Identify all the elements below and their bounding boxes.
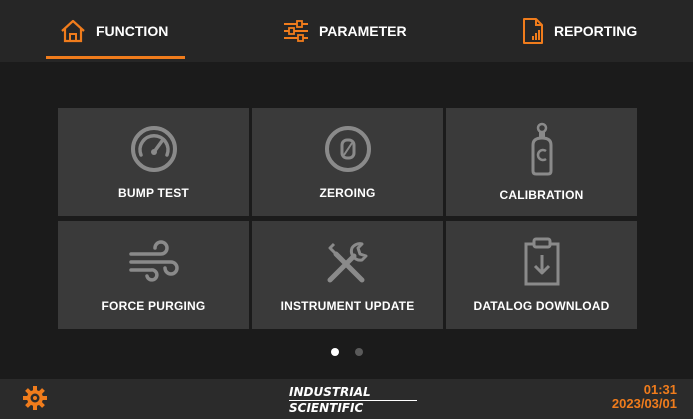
- tab-function[interactable]: FUNCTION: [60, 0, 168, 62]
- tile-force-purging-label: FORCE PURGING: [101, 299, 206, 313]
- gear-icon[interactable]: [23, 386, 47, 415]
- brand-line2: SCIENTIFIC: [289, 401, 364, 415]
- tab-parameter[interactable]: PARAMETER: [283, 0, 407, 62]
- tile-datalog-download[interactable]: DATALOG DOWNLOAD: [446, 221, 637, 329]
- zero-icon: [323, 122, 373, 176]
- status-bar: INDUSTRIAL SCIENTIFIC 01:31 2023/03/01: [0, 379, 693, 419]
- tile-bump-test[interactable]: BUMP TEST: [58, 108, 249, 216]
- tile-datalog-download-label: DATALOG DOWNLOAD: [473, 299, 610, 313]
- brand-divider: [289, 400, 417, 401]
- tab-reporting[interactable]: REPORTING: [522, 0, 637, 62]
- page-indicator: [0, 348, 693, 356]
- report-icon: [522, 18, 544, 44]
- gauge-icon: [129, 122, 179, 176]
- tile-bump-test-label: BUMP TEST: [118, 186, 189, 200]
- tile-force-purging[interactable]: FORCE PURGING: [58, 221, 249, 329]
- tools-icon: [322, 235, 374, 289]
- tile-zeroing-label: ZEROING: [319, 186, 376, 200]
- gas-cylinder-icon: [522, 122, 562, 176]
- brand-line1: INDUSTRIAL: [289, 385, 371, 399]
- clock-time: 01:31: [643, 382, 677, 397]
- function-grid: BUMP TEST ZEROING CALIBRATION FORCE PURG…: [58, 108, 638, 330]
- tab-parameter-label: PARAMETER: [319, 23, 407, 39]
- tile-zeroing[interactable]: ZEROING: [252, 108, 443, 216]
- tile-instrument-update-label: INSTRUMENT UPDATE: [280, 299, 415, 313]
- tab-reporting-label: REPORTING: [554, 23, 638, 39]
- tile-calibration-label: CALIBRATION: [499, 188, 584, 202]
- page-dot-1[interactable]: [330, 348, 339, 356]
- wind-icon: [127, 235, 181, 289]
- sliders-icon: [283, 19, 309, 43]
- clock-date: 2023/03/01: [611, 396, 677, 411]
- top-navigation: FUNCTION PARAMETER REPORTING: [0, 0, 693, 62]
- page-dot-2[interactable]: [354, 348, 363, 356]
- tile-instrument-update[interactable]: INSTRUMENT UPDATE: [252, 221, 443, 329]
- brand-logo: INDUSTRIAL SCIENTIFIC: [289, 385, 417, 415]
- tab-function-label: FUNCTION: [96, 23, 169, 39]
- tile-calibration[interactable]: CALIBRATION: [446, 108, 637, 216]
- home-icon: [60, 19, 86, 43]
- active-tab-indicator: [46, 56, 185, 59]
- datetime: 01:31 2023/03/01: [612, 383, 677, 411]
- clipboard-download-icon: [520, 235, 564, 289]
